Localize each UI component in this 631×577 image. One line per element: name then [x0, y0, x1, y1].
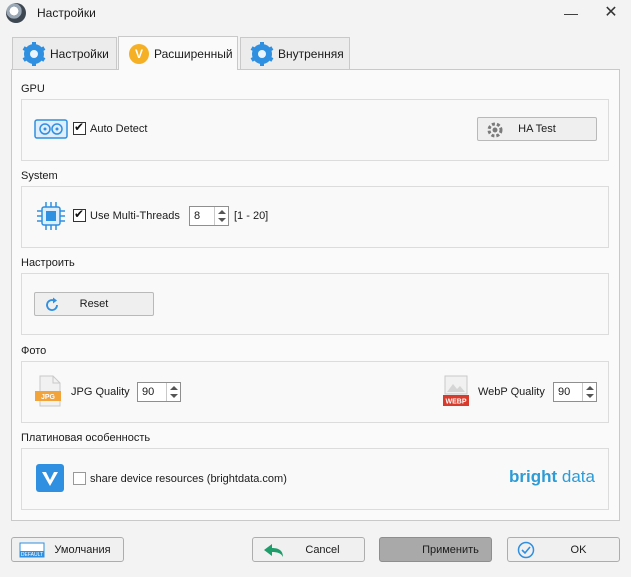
photo-section-title: Фото [21, 345, 47, 357]
apply-label: Применить [422, 543, 479, 556]
webp-quality-stepper[interactable]: 90 [553, 382, 597, 402]
brightdata-logo-bright: bright [509, 467, 558, 486]
v-logo-icon [36, 464, 64, 492]
threads-stepper[interactable]: 8 [189, 206, 229, 226]
multi-threads-label: Use Multi-Threads [90, 210, 180, 222]
jpg-quality-value: 90 [142, 386, 155, 398]
share-resources-label: share device resources (brightdata.com) [90, 473, 287, 485]
tab-settings[interactable]: Настройки [12, 37, 117, 69]
jpg-icon-text: JPG [41, 394, 56, 401]
ha-test-label: HA Test [518, 123, 556, 135]
threads-stepper-arrows[interactable] [214, 207, 228, 225]
cancel-button[interactable]: Cancel [252, 537, 365, 562]
reset-label: Reset [79, 298, 109, 310]
webp-quality-value: 90 [558, 386, 571, 398]
auto-detect-label: Auto Detect [90, 123, 148, 135]
multi-threads-checkbox[interactable] [73, 207, 86, 222]
minimize-button[interactable]: — [556, 2, 586, 26]
app-icon [6, 3, 26, 23]
system-section-title: System [21, 170, 58, 182]
tab-advanced[interactable]: V Расширенный [118, 36, 238, 70]
threads-range-label: [1 - 20] [234, 210, 269, 222]
defaults-label: Умолчания [54, 543, 111, 556]
cpu-chip-icon [37, 202, 65, 230]
tab-advanced-label: Расширенный [154, 46, 233, 61]
tab-internal[interactable]: Внутренняя [240, 37, 350, 69]
auto-detect-checkbox[interactable] [73, 120, 86, 135]
customize-section-title: Настроить [21, 257, 75, 269]
tab-settings-label: Настройки [50, 46, 109, 61]
jpg-quality-stepper[interactable]: 90 [137, 382, 181, 402]
gear-icon [486, 121, 504, 142]
default-icon-text: DEFAULT [21, 552, 43, 558]
jpg-stepper-arrows[interactable] [166, 383, 180, 401]
tab-internal-label: Внутренняя [278, 46, 344, 61]
ha-test-button[interactable]: HA Test [477, 117, 597, 141]
cancel-label: Cancel [305, 543, 340, 556]
gear-icon [250, 41, 274, 66]
window-title: Настройки [37, 6, 96, 20]
webp-quality-label: WebP Quality [478, 386, 545, 398]
webp-icon-text: WEBP [446, 399, 467, 406]
threads-value: 8 [194, 210, 201, 222]
title-bar: Настройки — ✕ [0, 0, 631, 30]
gear-icon [22, 41, 46, 66]
refresh-icon [43, 296, 61, 317]
default-icon: DEFAULT [19, 542, 45, 558]
defaults-button[interactable]: DEFAULT Умолчания [11, 537, 124, 562]
ok-label: OK [570, 543, 587, 556]
apply-button[interactable]: Применить [379, 537, 492, 562]
brightdata-logo: bright data [509, 467, 595, 487]
webp-file-icon: WEBP [443, 375, 469, 406]
brightdata-logo-data: data [557, 467, 595, 486]
v-badge-icon: V [129, 43, 149, 64]
gpu-card-icon [34, 119, 68, 139]
check-circle-icon [517, 541, 535, 559]
share-resources-checkbox[interactable] [73, 472, 86, 485]
jpg-quality-label: JPG Quality [71, 386, 130, 398]
platinum-section-title: Платиновая особенность [21, 432, 151, 444]
jpg-file-icon: JPG [35, 375, 61, 407]
close-button[interactable]: ✕ [596, 2, 626, 26]
gpu-section-title: GPU [21, 83, 45, 95]
webp-stepper-arrows[interactable] [582, 383, 596, 401]
ok-button[interactable]: OK [507, 537, 620, 562]
undo-arrow-icon [264, 544, 283, 557]
reset-button[interactable]: Reset [34, 292, 154, 316]
